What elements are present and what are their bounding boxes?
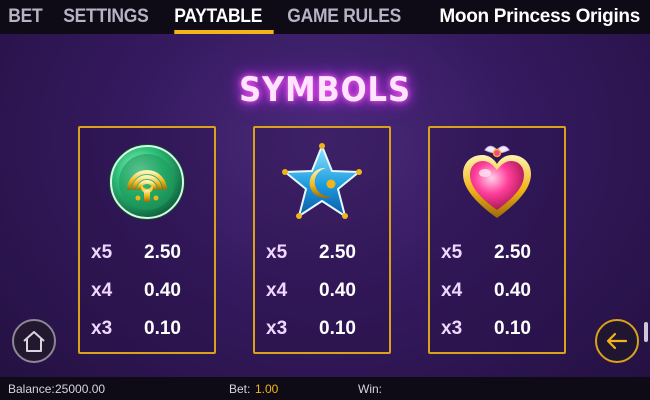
balance-value: 25000.00 bbox=[55, 382, 106, 396]
payout-multiplier: x5 bbox=[91, 242, 113, 263]
home-icon bbox=[23, 331, 45, 352]
tab-game-rules[interactable]: GAME RULES bbox=[279, 0, 409, 34]
payout-multiplier: x3 bbox=[266, 318, 288, 339]
payout-value: 2.50 bbox=[494, 242, 531, 263]
payout-multiplier: x5 bbox=[441, 242, 463, 263]
bet-label: Bet: bbox=[229, 382, 251, 396]
scrollbar-thumb[interactable] bbox=[644, 322, 648, 342]
payout-multiplier: x4 bbox=[266, 280, 288, 301]
payout-multiplier: x5 bbox=[266, 242, 288, 263]
payout-row: x5 2.50 bbox=[80, 242, 214, 268]
payout-value: 0.10 bbox=[144, 318, 181, 339]
payout-multiplier: x4 bbox=[441, 280, 463, 301]
symbol-card-blue-star: x5 2.50 x4 0.40 x3 0.10 bbox=[253, 126, 391, 354]
game-title: Moon Princess Origins bbox=[439, 6, 640, 27]
tab-settings[interactable]: SETTINGS bbox=[55, 0, 157, 34]
payout-row: x5 2.50 bbox=[255, 242, 389, 268]
payout-multiplier: x3 bbox=[441, 318, 463, 339]
payout-value: 0.10 bbox=[319, 318, 356, 339]
payout-value: 0.10 bbox=[494, 318, 531, 339]
back-button[interactable] bbox=[595, 319, 639, 363]
payout-row: x4 0.40 bbox=[80, 280, 214, 306]
section-title: SYMBOLS bbox=[239, 70, 411, 110]
payout-value: 0.40 bbox=[494, 280, 531, 301]
payout-multiplier: x3 bbox=[91, 318, 113, 339]
payout-row: x4 0.40 bbox=[430, 280, 564, 306]
payout-row: x3 0.10 bbox=[80, 318, 214, 344]
symbol-card-pink-heart: x5 2.50 x4 0.40 x3 0.10 bbox=[428, 126, 566, 354]
payout-value: 2.50 bbox=[319, 242, 356, 263]
payout-multiplier: x4 bbox=[91, 280, 113, 301]
payout-row: x5 2.50 bbox=[430, 242, 564, 268]
green-brooch-icon bbox=[109, 144, 185, 220]
payout-value: 0.40 bbox=[319, 280, 356, 301]
tab-paytable[interactable]: PAYTABLE bbox=[166, 0, 275, 34]
bet-value: 1.00 bbox=[255, 382, 279, 396]
top-nav-bar: BET SETTINGS PAYTABLE GAME RULES Moon Pr… bbox=[0, 0, 650, 34]
home-button[interactable] bbox=[12, 319, 56, 363]
balance-label: Balance: bbox=[8, 382, 55, 396]
arrow-left-icon bbox=[606, 332, 628, 350]
status-bar: Balance: 25000.00 Bet: 1.00 Win: bbox=[0, 377, 650, 400]
tab-bet[interactable]: BET bbox=[0, 0, 51, 34]
payout-row: x4 0.40 bbox=[255, 280, 389, 306]
win-label: Win: bbox=[358, 382, 382, 396]
symbol-card-green-brooch: x5 2.50 x4 0.40 x3 0.10 bbox=[78, 126, 216, 354]
payout-value: 2.50 bbox=[144, 242, 181, 263]
payout-value: 0.40 bbox=[144, 280, 181, 301]
payout-row: x3 0.10 bbox=[255, 318, 389, 344]
blue-star-moon-icon bbox=[282, 143, 362, 219]
payout-row: x3 0.10 bbox=[430, 318, 564, 344]
pink-heart-icon bbox=[463, 145, 531, 218]
